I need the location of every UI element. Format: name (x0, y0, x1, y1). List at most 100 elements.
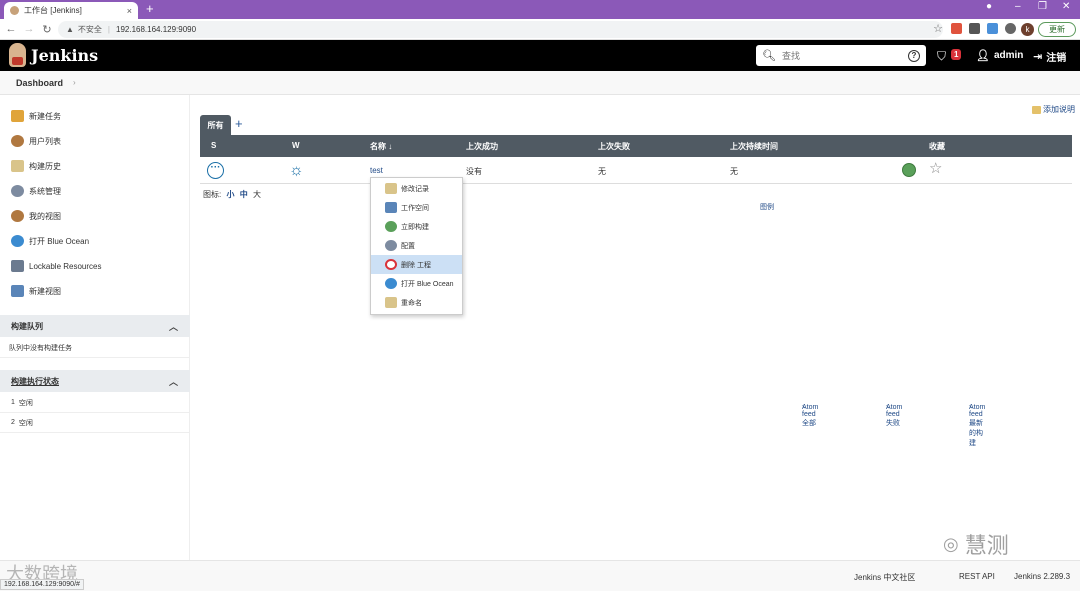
not-built-status-icon[interactable]: ··· (207, 162, 224, 179)
sidebar-item-new-view[interactable]: 新建视图 (11, 283, 61, 299)
search-input[interactable] (781, 50, 908, 61)
favorite-star-icon[interactable]: ☆ (929, 161, 942, 177)
breadcrumb: Dashboard › (0, 71, 1080, 95)
url-field[interactable]: ▲ 不安全 | 192.168.164.129:9090 (58, 21, 943, 38)
menu-item-blue-ocean[interactable]: 打开 Blue Ocean (371, 274, 462, 293)
menu-item-rename[interactable]: 重命名 (371, 293, 462, 312)
bookmark-star-icon[interactable]: ☆ (931, 22, 945, 35)
column-favorite[interactable]: 收藏 (929, 141, 945, 152)
jobs-table-header: S W 名称 ↓ 上次成功 上次失败 上次持续时间 收藏 (200, 135, 1072, 157)
people-icon (11, 135, 24, 147)
build-queue-empty: 队列中没有构建任务 (0, 338, 190, 358)
menu-item-changes[interactable]: 修改记录 (371, 179, 462, 198)
sidebar-item-build-history[interactable]: 构建历史 (11, 158, 61, 174)
feed-latest-label: Atom feed 最新的构建 (969, 404, 986, 447)
version-link[interactable]: Jenkins 2.289.3 (1014, 572, 1070, 581)
menu-item-label: 删除 工程 (401, 261, 431, 269)
column-name[interactable]: 名称 ↓ (370, 141, 392, 152)
schedule-build-icon[interactable] (902, 163, 916, 177)
side-panel: 新建任务 用户列表 构建历史 系统管理 我的视图 打开 Blue Ocean L… (0, 95, 190, 560)
feed-failed-label: Atom feed 失败 (886, 404, 903, 427)
url-separator: | (107, 25, 110, 34)
page-footer: Jenkins 中文社区 REST API Jenkins 2.289.3 (0, 560, 1080, 591)
security-shield-icon[interactable]: ⛉ (937, 49, 946, 64)
insecure-label: 不安全 (77, 25, 102, 34)
rest-api-link[interactable]: REST API (959, 572, 995, 581)
executors-header[interactable]: 构建执行状态 ︿ (0, 370, 190, 392)
extension-icon[interactable] (951, 23, 962, 34)
menu-item-delete-project[interactable]: 删除 工程 (371, 255, 462, 274)
menu-item-workspace[interactable]: 工作空间 (371, 198, 462, 217)
tab-all[interactable]: 所有 (200, 115, 231, 135)
executor-row: 2 空闲 (0, 413, 190, 433)
alert-count-badge[interactable]: 1 (951, 49, 962, 60)
restore-icon[interactable]: ❐ (1038, 1, 1047, 12)
url-text: 192.168.164.129:9090 (116, 25, 197, 34)
back-icon[interactable]: ← (4, 23, 18, 35)
add-description-label: 添加说明 (1043, 105, 1075, 114)
icon-size-medium[interactable]: 中 (240, 190, 248, 199)
sidebar-item-new-item[interactable]: 新建任务 (11, 108, 61, 124)
edit-description-icon (1032, 105, 1041, 114)
add-view-button[interactable]: + (235, 116, 243, 131)
translate-extension-icon[interactable] (987, 23, 998, 34)
breadcrumb-dashboard[interactable]: Dashboard (16, 78, 63, 88)
jenkins-logo-icon[interactable] (9, 43, 26, 67)
logout-link[interactable]: ⇥ 注销 (1033, 49, 1066, 64)
executor-number: 2 (11, 419, 15, 426)
column-last-duration[interactable]: 上次持续时间 (730, 141, 778, 152)
logout-label: 注销 (1046, 53, 1067, 64)
column-last-success[interactable]: 上次成功 (466, 141, 498, 152)
sidebar-item-people[interactable]: 用户列表 (11, 133, 61, 149)
chevron-right-icon[interactable]: › (73, 78, 76, 87)
sidebar-item-manage[interactable]: 系统管理 (11, 183, 61, 199)
watermark-right: ◎ 慧测 (943, 528, 1009, 560)
sidebar-item-lockable-resources[interactable]: Lockable Resources (11, 258, 101, 274)
logout-icon: ⇥ (1033, 51, 1043, 63)
browser-tab-bar: 工作台 [Jenkins] × + ● – ❐ ✕ (0, 0, 1080, 19)
update-button[interactable]: 更新 (1038, 22, 1076, 37)
build-queue-header[interactable]: 构建队列 ︿ (0, 315, 190, 337)
job-link-test[interactable]: test (370, 166, 383, 175)
icon-size-large[interactable]: 大 (253, 190, 261, 199)
close-window-icon[interactable]: ✕ (1062, 1, 1070, 12)
column-status[interactable]: S (211, 141, 216, 150)
reload-icon[interactable]: ↻ (40, 23, 54, 36)
column-weather[interactable]: W (292, 141, 300, 150)
sidebar-item-label: 打开 Blue Ocean (29, 236, 90, 246)
collapse-icon[interactable]: ︿ (169, 320, 178, 333)
wechat-icon: ◎ (943, 533, 959, 554)
blue-ocean-icon (11, 235, 24, 247)
help-icon[interactable]: ? (908, 49, 920, 62)
collapse-icon[interactable]: ︿ (169, 375, 178, 388)
profile-dot-icon[interactable]: ● (986, 1, 992, 12)
user-menu[interactable]: 👤︎ admin (976, 49, 1023, 62)
status-bar-url: 192.168.164.129:9090/# (0, 579, 84, 590)
executors-title[interactable]: 构建执行状态 (11, 376, 59, 387)
tab-close-icon[interactable]: × (127, 6, 132, 16)
jenkins-brand[interactable]: Jenkins (31, 46, 98, 65)
profile-avatar[interactable]: k (1021, 23, 1034, 36)
community-link[interactable]: Jenkins 中文社区 (854, 572, 915, 583)
new-tab-button[interactable]: + (146, 2, 154, 16)
column-last-failure[interactable]: 上次失败 (598, 141, 630, 152)
menu-item-configure[interactable]: 配置 (371, 236, 462, 255)
sidebar-item-blue-ocean[interactable]: 打开 Blue Ocean (11, 233, 89, 249)
add-description-link[interactable]: 添加说明 (1032, 104, 1075, 115)
browser-tab[interactable]: 工作台 [Jenkins] × (4, 2, 138, 19)
build-queue-title: 构建队列 (11, 321, 43, 331)
build-queue-empty-text: 队列中没有构建任务 (9, 344, 72, 352)
sidebar-item-my-views[interactable]: 我的视图 (11, 208, 61, 224)
screenshot-extension-icon[interactable] (969, 23, 980, 34)
icon-size-small[interactable]: 小 (226, 190, 234, 199)
search-box[interactable]: 🔍︎ ? (756, 45, 926, 66)
executor-status: 空闲 (18, 419, 33, 427)
sidebar-item-label: Lockable Resources (29, 261, 102, 271)
forward-icon[interactable]: → (22, 23, 36, 35)
puzzle-icon[interactable] (1005, 23, 1016, 34)
legend-link[interactable]: 图例 (760, 202, 774, 212)
menu-item-build-now[interactable]: 立即构建 (371, 217, 462, 236)
minimize-icon[interactable]: – (1015, 1, 1021, 12)
sunny-weather-icon[interactable]: ☼ (289, 162, 304, 179)
menu-item-label: 重命名 (401, 299, 422, 307)
